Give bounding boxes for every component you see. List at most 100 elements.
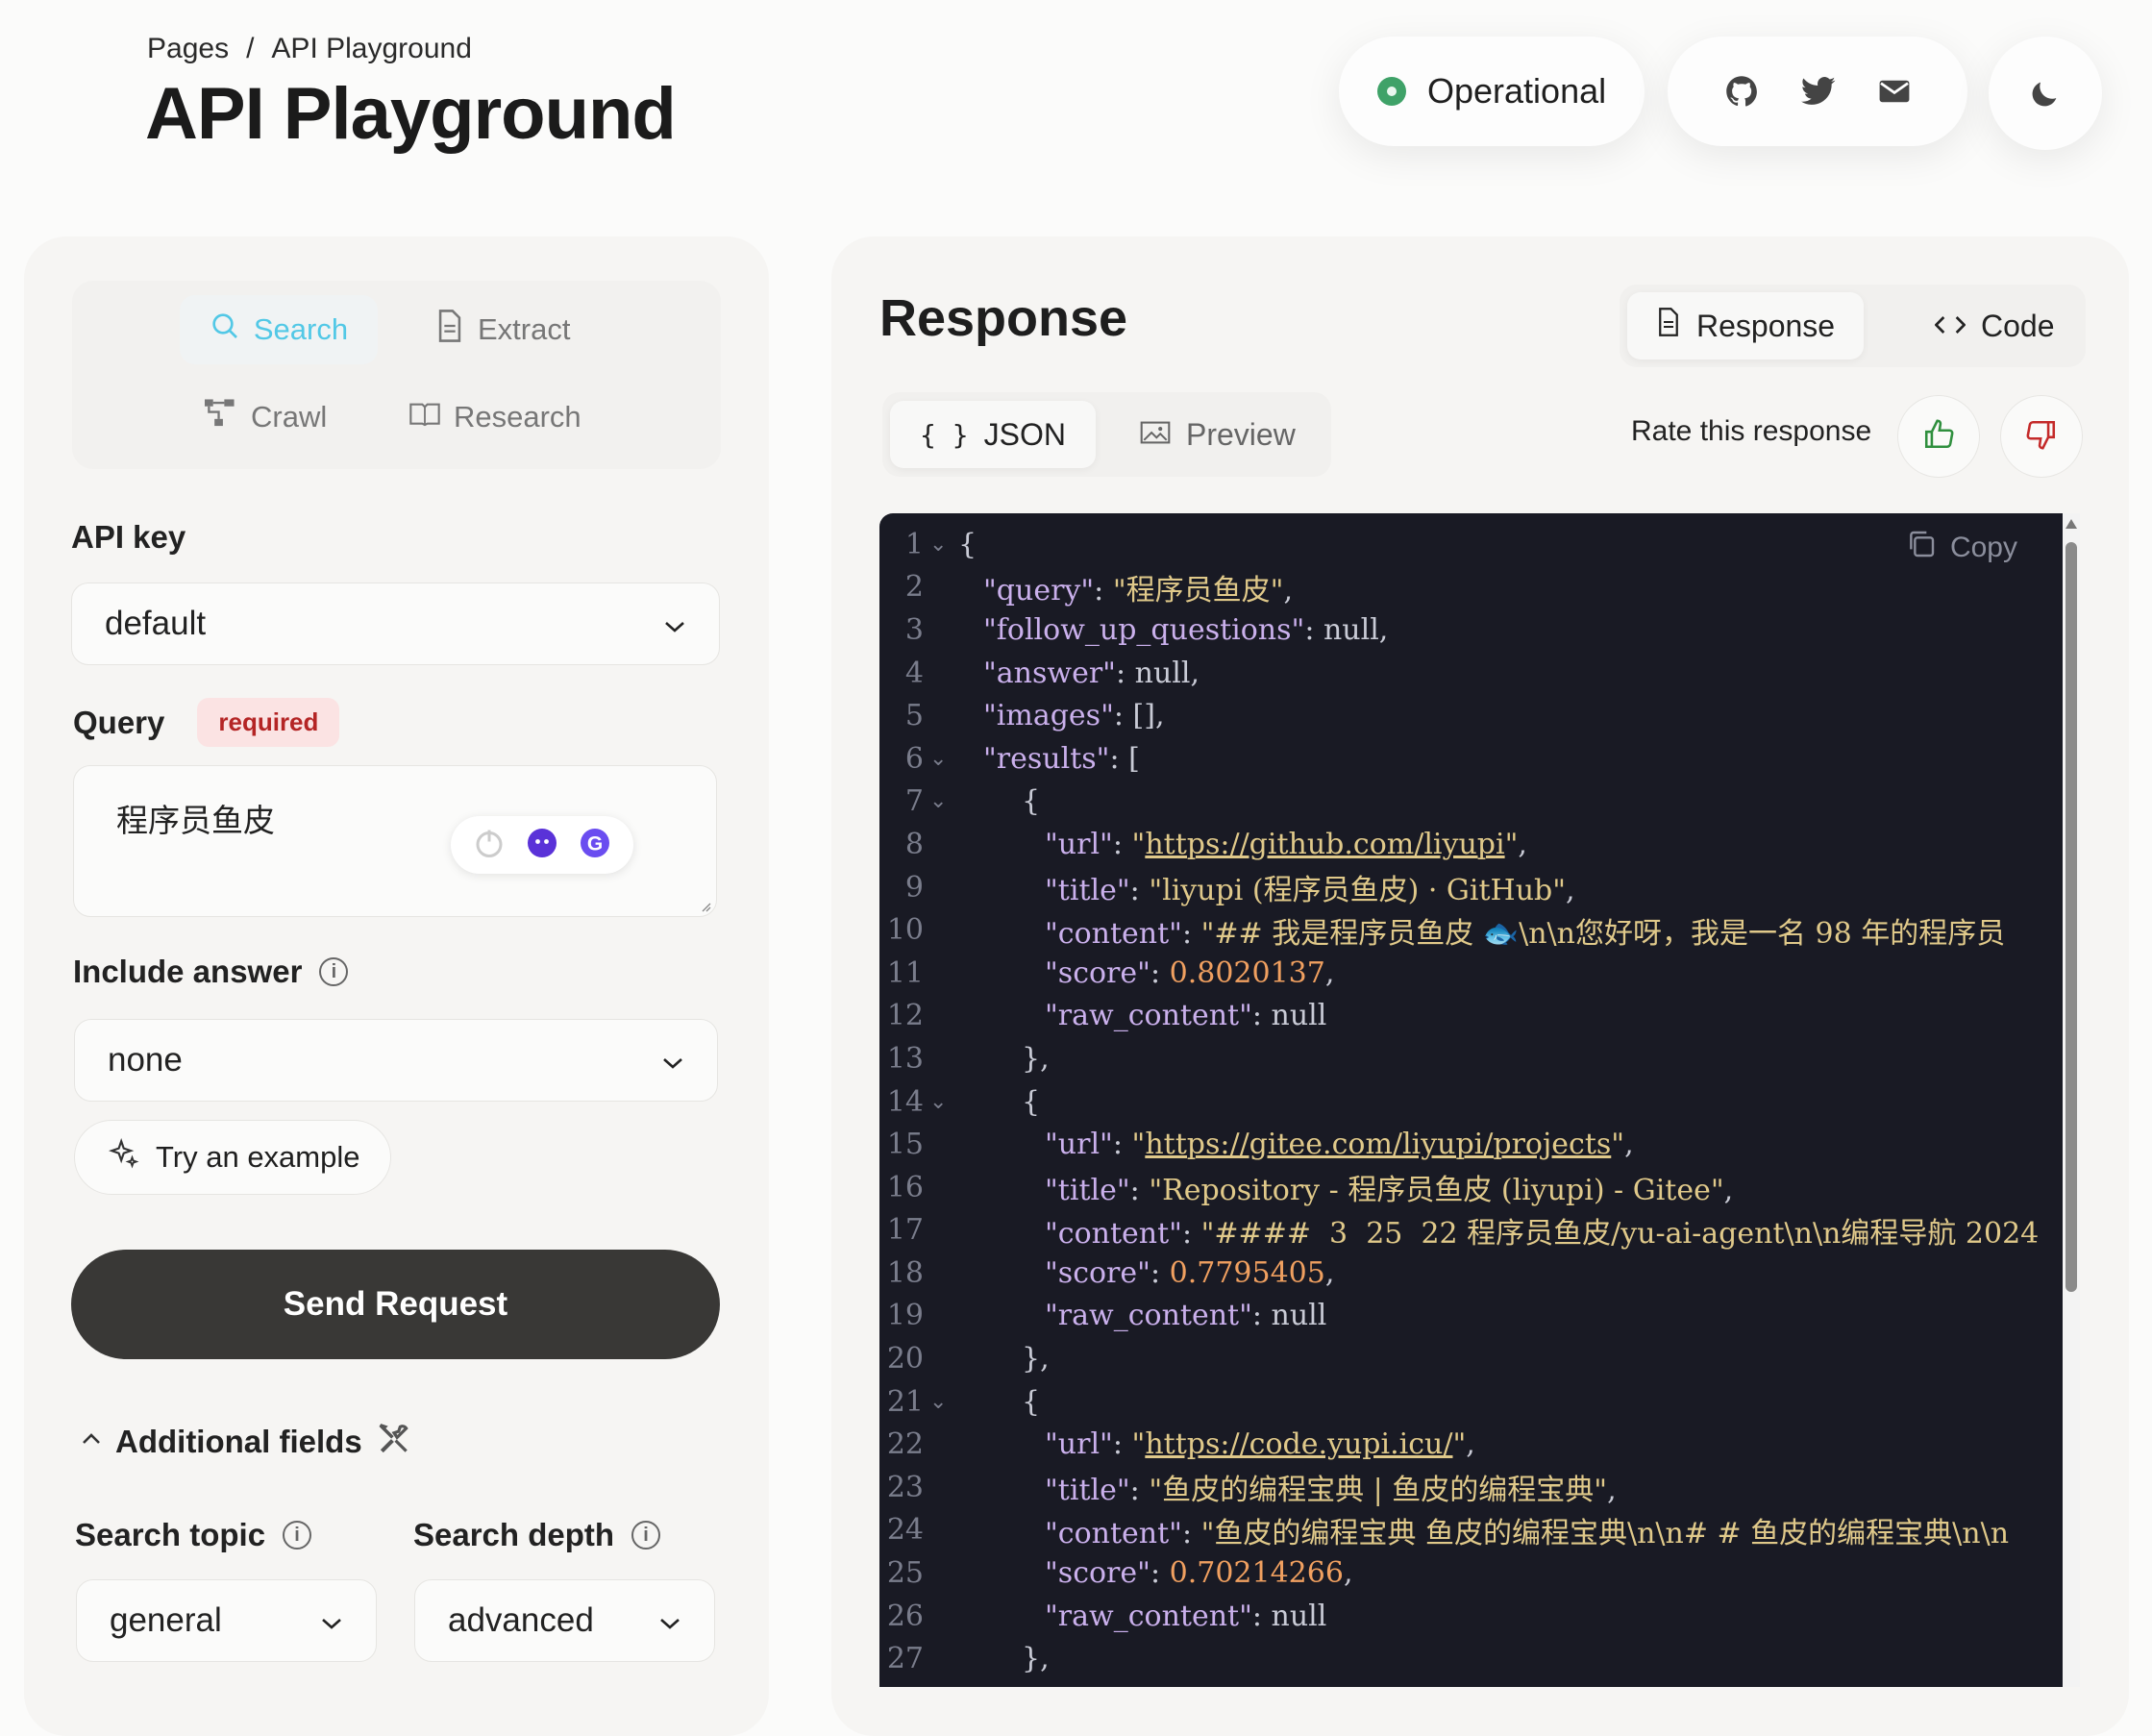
- code-token: "## 我是程序员鱼皮 🐟\n\n您好呀，我是一名 98 年的程序员: [1200, 916, 2006, 951]
- api-key-select[interactable]: default: [71, 583, 720, 665]
- search-icon: [210, 310, 240, 349]
- copy-button[interactable]: Copy: [1906, 529, 2017, 567]
- breadcrumb-root[interactable]: Pages: [147, 33, 229, 65]
- code-scrollbar-thumb[interactable]: [2065, 542, 2077, 1292]
- tab-response-label: Response: [1696, 308, 1836, 343]
- code-token: "Repository - 程序员鱼皮 (liyupi) - Gitee": [1149, 1174, 1724, 1208]
- code-token: : null: [1251, 999, 1327, 1033]
- code-token: : null,: [1115, 656, 1200, 690]
- search-topic-value: general: [110, 1601, 222, 1639]
- twitter-icon[interactable]: [1801, 76, 1836, 107]
- tab-json-label: JSON: [983, 416, 1066, 452]
- thumbs-down-button[interactable]: [2000, 395, 2083, 478]
- mail-icon[interactable]: [1878, 78, 1911, 105]
- line-number: 5: [904, 699, 924, 733]
- chevron-down-icon: [663, 605, 686, 643]
- power-icon[interactable]: [472, 826, 507, 865]
- code-token: :: [1129, 874, 1150, 908]
- query-label: Query: [73, 704, 165, 740]
- line-number: 9: [904, 870, 924, 905]
- code-text: "title": "Repository - 程序员鱼皮 (liyupi) - …: [958, 1166, 1733, 1208]
- code-token: "follow_up_questions": [983, 612, 1305, 647]
- code-token: "程序员鱼皮": [1112, 573, 1284, 608]
- tab-search-label: Search: [253, 312, 349, 346]
- try-example-button[interactable]: Try an example: [74, 1120, 391, 1195]
- github-icon[interactable]: [1724, 74, 1759, 109]
- grammarly-icon[interactable]: G: [578, 826, 612, 865]
- include-answer-select[interactable]: none: [74, 1019, 718, 1102]
- fold-chevron-icon[interactable]: ⌄: [924, 789, 958, 813]
- response-title: Response: [879, 289, 1128, 347]
- code-link[interactable]: https://code.yupi.icu/: [1145, 1427, 1452, 1461]
- tab-extract[interactable]: Extract: [435, 295, 570, 364]
- response-code-viewer[interactable]: 1 ⌄{2 "query": "程序员鱼皮", 3 "follow_up_questio…: [879, 513, 2064, 1687]
- status-pill[interactable]: Operational: [1339, 37, 1645, 146]
- code-line: 5 "images": [],: [879, 694, 2039, 737]
- code-token: :: [1181, 1516, 1201, 1550]
- theme-toggle-button[interactable]: [1989, 37, 2102, 150]
- tab-crawl-label: Crawl: [251, 400, 328, 434]
- tab-crawl[interactable]: Crawl: [203, 383, 327, 452]
- code-token: :: [1181, 1216, 1201, 1251]
- social-links: [1668, 37, 1967, 146]
- search-topic-select[interactable]: general: [76, 1579, 377, 1662]
- info-icon[interactable]: i: [631, 1521, 661, 1550]
- code-token: "raw_content": [1045, 999, 1252, 1033]
- code-link[interactable]: https://gitee.com/liyupi/projects: [1145, 1128, 1611, 1161]
- code-link[interactable]: https://github.com/liyupi: [1145, 828, 1504, 861]
- api-key-label: API key: [71, 519, 186, 555]
- chevron-down-icon: [658, 1601, 681, 1640]
- code-text: "images": [],: [958, 699, 1164, 732]
- code-line: 18 "score": 0.7795405,: [879, 1252, 2039, 1295]
- code-token: },: [1022, 1642, 1050, 1676]
- document-icon: [435, 310, 464, 350]
- line-number: 23: [886, 1470, 924, 1504]
- tab-preview-label: Preview: [1186, 416, 1296, 452]
- tab-code[interactable]: Code: [1906, 292, 2084, 360]
- send-request-button[interactable]: Send Request: [71, 1250, 720, 1359]
- code-token: ,: [1518, 827, 1527, 861]
- tab-json[interactable]: { } JSON: [890, 401, 1096, 468]
- line-number: 11: [886, 955, 924, 990]
- info-icon[interactable]: i: [283, 1521, 312, 1550]
- try-example-label: Try an example: [156, 1140, 360, 1174]
- code-token: 0.7795405: [1169, 1255, 1325, 1290]
- code-text: "score": 0.7795405,: [958, 1256, 1334, 1290]
- info-icon[interactable]: i: [319, 957, 349, 986]
- tab-response[interactable]: Response: [1627, 292, 1865, 360]
- line-number: 21: [886, 1384, 924, 1419]
- tab-preview[interactable]: Preview: [1111, 401, 1324, 468]
- code-line: 25 "score": 0.70214266,: [879, 1551, 2039, 1595]
- book-icon: [409, 400, 440, 434]
- code-line: 13},: [879, 1037, 2039, 1080]
- assistant-icon[interactable]: [525, 826, 559, 865]
- code-line: 26 "raw_content": null: [879, 1595, 2039, 1638]
- resize-handle-icon[interactable]: [700, 900, 711, 912]
- fold-chevron-icon[interactable]: ⌄: [924, 1390, 958, 1414]
- fold-chevron-icon[interactable]: ⌄: [924, 747, 958, 771]
- line-number: 14: [886, 1084, 924, 1119]
- line-number: 6: [904, 741, 924, 776]
- line-number: 10: [886, 913, 924, 948]
- search-topic-label: Search topic: [75, 1517, 266, 1552]
- code-token: ,: [1607, 1474, 1617, 1508]
- thumbs-up-button[interactable]: [1897, 395, 1980, 478]
- tab-research[interactable]: Research: [409, 383, 581, 452]
- sitemap-icon: [203, 398, 237, 436]
- tab-search[interactable]: Search: [180, 295, 378, 364]
- fold-chevron-icon[interactable]: ⌄: [924, 1090, 958, 1114]
- code-token: "url": [1045, 1128, 1113, 1162]
- search-depth-select[interactable]: advanced: [414, 1579, 715, 1662]
- code-token: : null,: [1304, 612, 1389, 647]
- code-line: 23 "title": "鱼皮的编程宝典 | 鱼皮的编程宝典",: [879, 1466, 2039, 1509]
- code-line: 16 "title": "Repository - 程序员鱼皮 (liyupi) …: [879, 1166, 2039, 1209]
- code-token: ,: [1723, 1174, 1734, 1208]
- code-text: "content": "鱼皮的编程宝典 鱼皮的编程宝典\n\n# # 鱼皮的编程…: [958, 1509, 2009, 1551]
- code-token: {: [958, 527, 977, 561]
- scroll-up-icon[interactable]: [2065, 517, 2078, 534]
- image-icon: [1140, 417, 1171, 453]
- additional-fields-toggle[interactable]: Additional fields: [81, 1421, 412, 1462]
- code-text: "raw_content": null: [958, 999, 1326, 1032]
- code-token: "score": [1045, 955, 1150, 990]
- fold-chevron-icon[interactable]: ⌄: [924, 533, 958, 557]
